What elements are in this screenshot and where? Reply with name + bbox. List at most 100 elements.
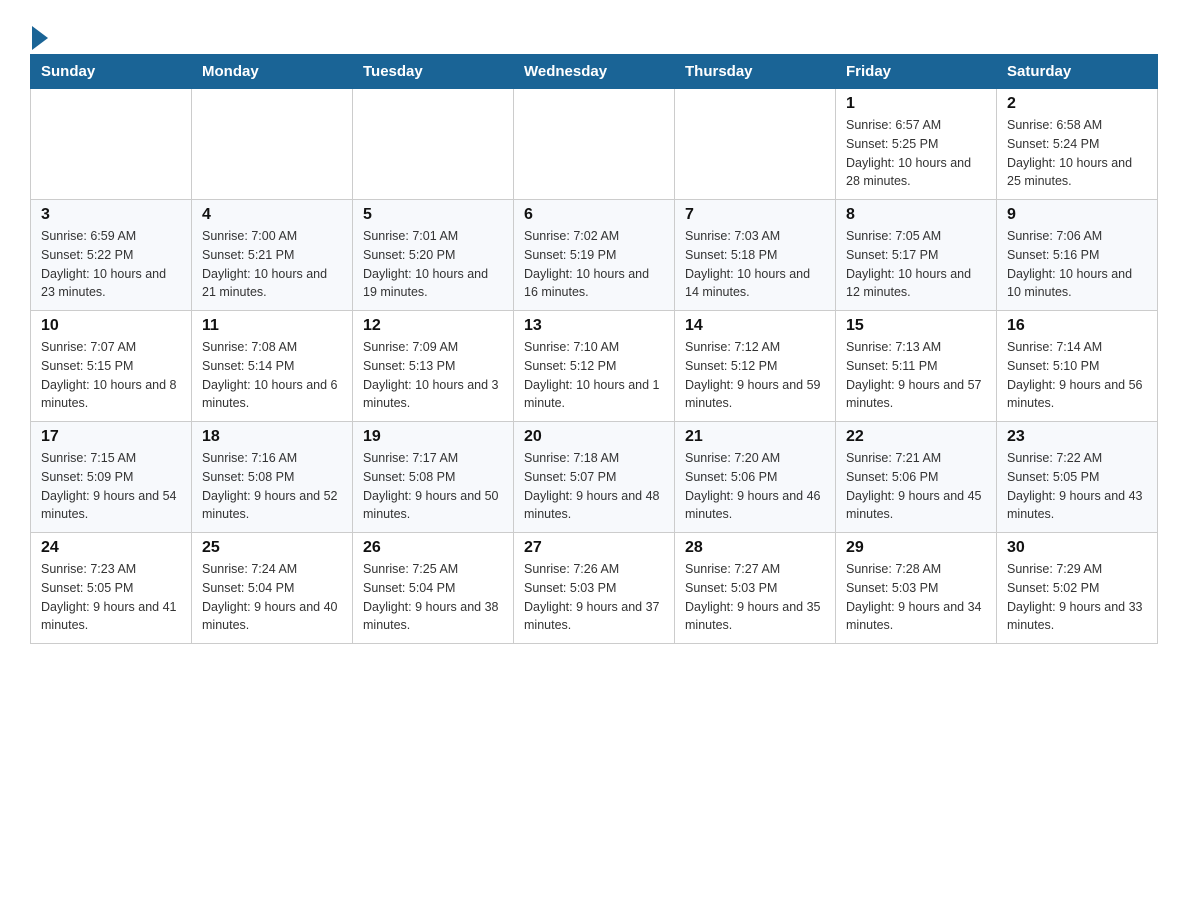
day-info: Sunrise: 7:02 AMSunset: 5:19 PMDaylight:… [524,227,664,302]
day-cell: 1 Sunrise: 6:57 AMSunset: 5:25 PMDaylight… [836,89,997,200]
day-info: Sunrise: 7:00 AMSunset: 5:21 PMDaylight:… [202,227,342,302]
day-cell: 4 Sunrise: 7:00 AMSunset: 5:21 PMDaylight… [192,200,353,311]
day-number: 28 [685,539,825,557]
day-cell [353,89,514,200]
day-cell: 12 Sunrise: 7:09 AMSunset: 5:13 PMDayligh… [353,311,514,422]
day-cell: 21 Sunrise: 7:20 AMSunset: 5:06 PMDayligh… [675,422,836,533]
day-info: Sunrise: 7:06 AMSunset: 5:16 PMDaylight:… [1007,227,1147,302]
day-info: Sunrise: 7:24 AMSunset: 5:04 PMDaylight:… [202,560,342,635]
day-number: 17 [41,428,181,446]
day-cell: 2 Sunrise: 6:58 AMSunset: 5:24 PMDaylight… [997,89,1158,200]
day-cell: 18 Sunrise: 7:16 AMSunset: 5:08 PMDayligh… [192,422,353,533]
day-info: Sunrise: 7:05 AMSunset: 5:17 PMDaylight:… [846,227,986,302]
day-info: Sunrise: 7:08 AMSunset: 5:14 PMDaylight:… [202,338,342,413]
col-header-thursday: Thursday [675,55,836,89]
col-header-friday: Friday [836,55,997,89]
day-number: 9 [1007,206,1147,224]
day-number: 5 [363,206,503,224]
day-cell: 10Sunrise: 7:07 AMSunset: 5:15 PMDayligh… [31,311,192,422]
day-number: 4 [202,206,342,224]
day-cell: 7 Sunrise: 7:03 AMSunset: 5:18 PMDaylight… [675,200,836,311]
page-header [30,20,1158,44]
day-number: 29 [846,539,986,557]
col-header-tuesday: Tuesday [353,55,514,89]
day-cell: 5 Sunrise: 7:01 AMSunset: 5:20 PMDaylight… [353,200,514,311]
day-cell: 14 Sunrise: 7:12 AMSunset: 5:12 PMDayligh… [675,311,836,422]
day-info: Sunrise: 7:20 AMSunset: 5:06 PMDaylight:… [685,449,825,524]
day-cell: 22 Sunrise: 7:21 AMSunset: 5:06 PMDayligh… [836,422,997,533]
calendar-table: SundayMondayTuesdayWednesdayThursdayFrid… [30,54,1158,644]
day-number: 8 [846,206,986,224]
day-cell: 28 Sunrise: 7:27 AMSunset: 5:03 PMDayligh… [675,533,836,644]
day-info: Sunrise: 7:22 AMSunset: 5:05 PMDaylight:… [1007,449,1147,524]
day-number: 13 [524,317,664,335]
day-info: Sunrise: 7:01 AMSunset: 5:20 PMDaylight:… [363,227,503,302]
week-row-4: 17Sunrise: 7:15 AMSunset: 5:09 PMDayligh… [31,422,1158,533]
day-info: Sunrise: 7:29 AMSunset: 5:02 PMDaylight:… [1007,560,1147,635]
day-number: 27 [524,539,664,557]
day-info: Sunrise: 7:23 AMSunset: 5:05 PMDaylight:… [41,560,181,635]
day-info: Sunrise: 7:12 AMSunset: 5:12 PMDaylight:… [685,338,825,413]
day-cell: 6 Sunrise: 7:02 AMSunset: 5:19 PMDaylight… [514,200,675,311]
day-info: Sunrise: 7:28 AMSunset: 5:03 PMDaylight:… [846,560,986,635]
day-info: Sunrise: 7:09 AMSunset: 5:13 PMDaylight:… [363,338,503,413]
day-cell: 11 Sunrise: 7:08 AMSunset: 5:14 PMDayligh… [192,311,353,422]
day-cell: 16 Sunrise: 7:14 AMSunset: 5:10 PMDayligh… [997,311,1158,422]
logo-arrow-icon [32,26,48,50]
day-number: 30 [1007,539,1147,557]
day-info: Sunrise: 6:57 AMSunset: 5:25 PMDaylight:… [846,116,986,191]
day-cell [31,89,192,200]
day-number: 7 [685,206,825,224]
day-cell: 13 Sunrise: 7:10 AMSunset: 5:12 PMDayligh… [514,311,675,422]
day-cell [192,89,353,200]
logo [30,20,48,44]
day-info: Sunrise: 7:21 AMSunset: 5:06 PMDaylight:… [846,449,986,524]
day-number: 2 [1007,95,1147,113]
day-cell [514,89,675,200]
day-number: 21 [685,428,825,446]
day-cell: 29 Sunrise: 7:28 AMSunset: 5:03 PMDayligh… [836,533,997,644]
day-number: 26 [363,539,503,557]
day-number: 1 [846,95,986,113]
day-number: 12 [363,317,503,335]
day-cell: 20 Sunrise: 7:18 AMSunset: 5:07 PMDayligh… [514,422,675,533]
week-row-1: 1 Sunrise: 6:57 AMSunset: 5:25 PMDaylight… [31,89,1158,200]
day-cell [675,89,836,200]
day-info: Sunrise: 7:10 AMSunset: 5:12 PMDaylight:… [524,338,664,413]
day-number: 19 [363,428,503,446]
day-cell: 19Sunrise: 7:17 AMSunset: 5:08 PMDayligh… [353,422,514,533]
day-info: Sunrise: 7:14 AMSunset: 5:10 PMDaylight:… [1007,338,1147,413]
day-cell: 26 Sunrise: 7:25 AMSunset: 5:04 PMDayligh… [353,533,514,644]
day-cell: 25 Sunrise: 7:24 AMSunset: 5:04 PMDayligh… [192,533,353,644]
day-info: Sunrise: 7:13 AMSunset: 5:11 PMDaylight:… [846,338,986,413]
col-header-monday: Monday [192,55,353,89]
day-info: Sunrise: 7:03 AMSunset: 5:18 PMDaylight:… [685,227,825,302]
day-cell: 17Sunrise: 7:15 AMSunset: 5:09 PMDayligh… [31,422,192,533]
day-number: 20 [524,428,664,446]
week-row-2: 3Sunrise: 6:59 AMSunset: 5:22 PMDaylight… [31,200,1158,311]
col-header-wednesday: Wednesday [514,55,675,89]
day-info: Sunrise: 7:27 AMSunset: 5:03 PMDaylight:… [685,560,825,635]
col-header-sunday: Sunday [31,55,192,89]
day-cell: 15Sunrise: 7:13 AMSunset: 5:11 PMDayligh… [836,311,997,422]
day-cell: 9 Sunrise: 7:06 AMSunset: 5:16 PMDaylight… [997,200,1158,311]
day-number: 11 [202,317,342,335]
day-number: 23 [1007,428,1147,446]
day-cell: 30 Sunrise: 7:29 AMSunset: 5:02 PMDayligh… [997,533,1158,644]
day-info: Sunrise: 7:16 AMSunset: 5:08 PMDaylight:… [202,449,342,524]
day-cell: 27 Sunrise: 7:26 AMSunset: 5:03 PMDayligh… [514,533,675,644]
day-info: Sunrise: 6:58 AMSunset: 5:24 PMDaylight:… [1007,116,1147,191]
day-info: Sunrise: 7:07 AMSunset: 5:15 PMDaylight:… [41,338,181,413]
day-number: 6 [524,206,664,224]
day-info: Sunrise: 7:25 AMSunset: 5:04 PMDaylight:… [363,560,503,635]
day-number: 25 [202,539,342,557]
day-number: 18 [202,428,342,446]
day-info: Sunrise: 7:26 AMSunset: 5:03 PMDaylight:… [524,560,664,635]
day-cell: 24Sunrise: 7:23 AMSunset: 5:05 PMDayligh… [31,533,192,644]
day-number: 16 [1007,317,1147,335]
day-cell: 23 Sunrise: 7:22 AMSunset: 5:05 PMDayligh… [997,422,1158,533]
day-number: 22 [846,428,986,446]
day-info: Sunrise: 7:18 AMSunset: 5:07 PMDaylight:… [524,449,664,524]
day-number: 14 [685,317,825,335]
week-row-3: 10Sunrise: 7:07 AMSunset: 5:15 PMDayligh… [31,311,1158,422]
